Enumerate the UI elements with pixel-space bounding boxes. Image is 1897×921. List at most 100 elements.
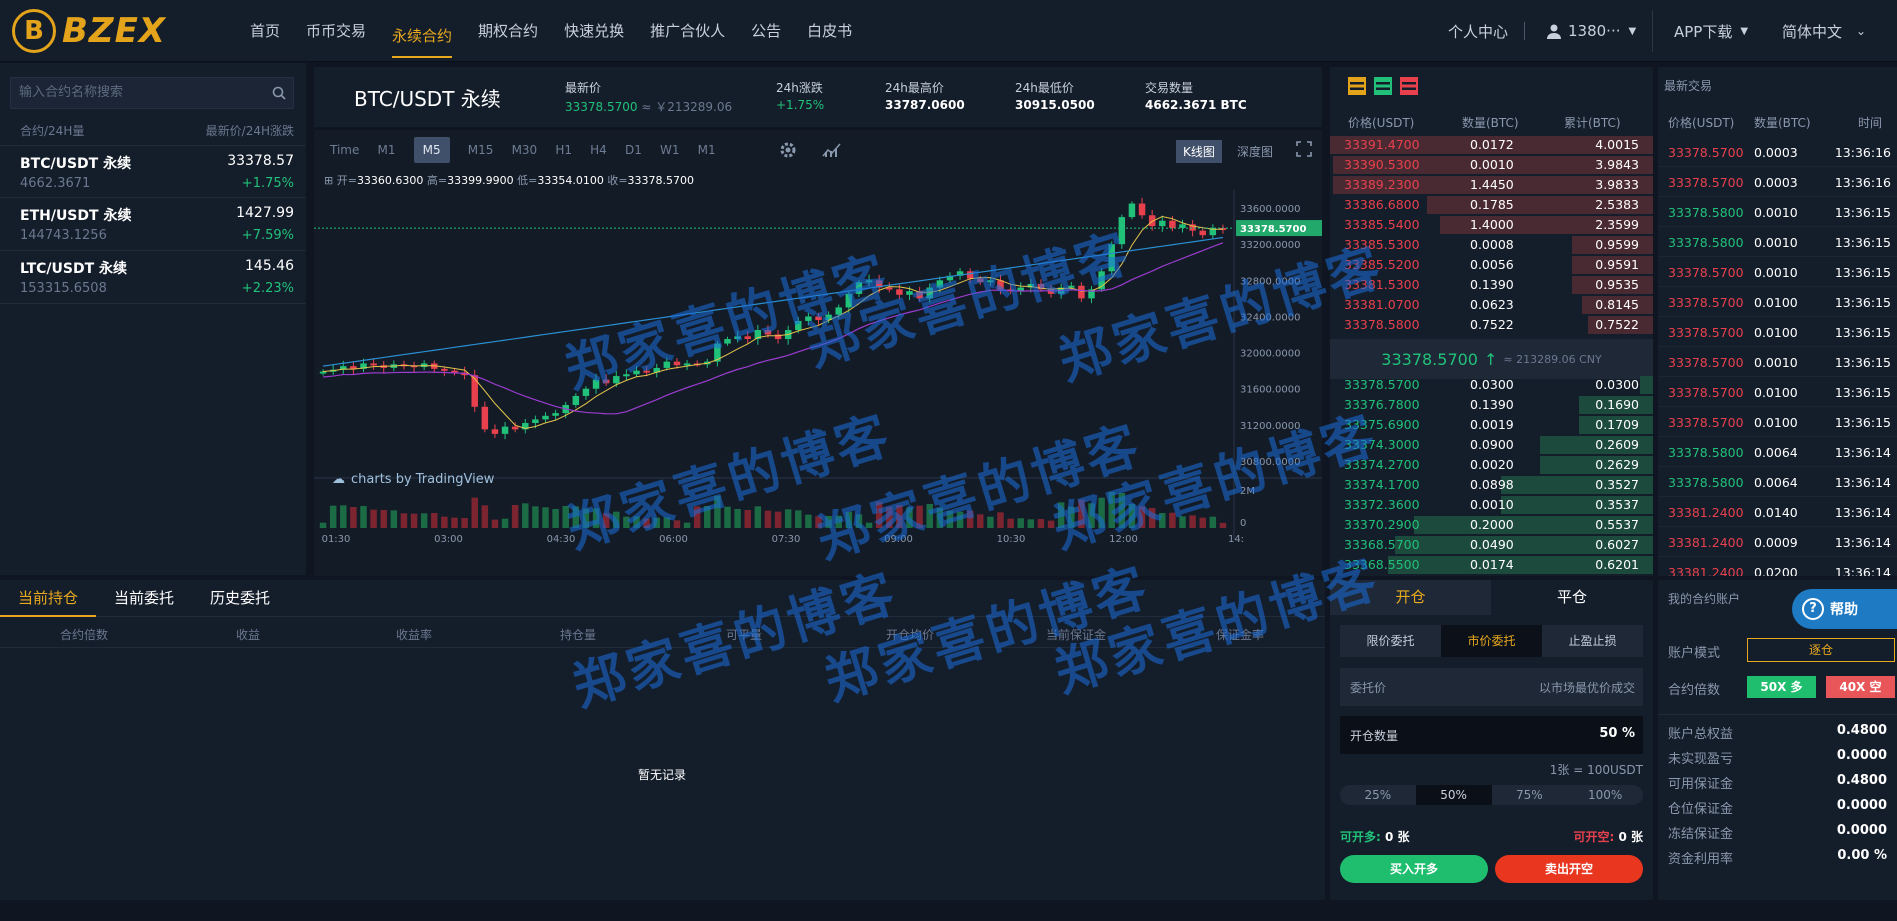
candle-body	[744, 336, 751, 340]
nav-notice[interactable]: 公告	[751, 0, 781, 62]
collapse-icon[interactable]: ⊞	[324, 174, 333, 187]
leverage-long-button[interactable]: 50X 多	[1747, 676, 1816, 698]
interval-d1[interactable]: D1	[625, 143, 642, 157]
nav-swap[interactable]: 快速兑换	[564, 0, 624, 62]
user-menu[interactable]: 1380··· ▼	[1546, 0, 1636, 62]
volume-bar	[1219, 522, 1227, 528]
percent-100[interactable]: 100%	[1567, 785, 1643, 805]
buy-long-button[interactable]: 买入开多	[1340, 855, 1488, 883]
account-metric-value: 0.00 %	[1837, 848, 1887, 863]
volume-bar	[956, 511, 964, 528]
bid-row[interactable]: 33374.2700 0.0020 0.2629	[1330, 455, 1653, 475]
interval-m1[interactable]: M1	[378, 143, 396, 157]
bitcoin-logo-icon: B	[12, 9, 56, 53]
ask-row[interactable]: 33389.2300 1.4450 3.9833	[1330, 175, 1653, 195]
ask-row[interactable]: 33386.6800 0.1785 2.5383	[1330, 195, 1653, 215]
ask-row[interactable]: 33381.5300 0.1390 0.9535	[1330, 275, 1653, 295]
orderbook-bids-icon[interactable]	[1374, 77, 1392, 95]
volume-bar	[491, 519, 499, 528]
percent-25[interactable]: 25%	[1340, 785, 1416, 805]
contract-row-ltc[interactable]: LTC/USDT 永续 153315.6508 145.46 +2.23%	[0, 251, 306, 304]
contract-row-btc[interactable]: BTC/USDT 永续 4662.3671 33378.57 +1.75%	[0, 145, 306, 198]
high-value: 33399.9900	[447, 174, 514, 187]
trade-row: 33378.5700 0.0010 13:36:15	[1658, 347, 1897, 377]
candlestick-chart[interactable]: 33600.0000 33200.0000 32800.0000 32400.0000…	[314, 190, 1322, 576]
sell-short-button[interactable]: 卖出开空	[1495, 855, 1643, 883]
language-menu[interactable]: 简体中文 ⌄	[1782, 0, 1866, 62]
contract-name: BTC/USDT 永续	[20, 156, 132, 172]
app-download-menu[interactable]: APP下载 ▼	[1674, 0, 1748, 62]
tab-close-position[interactable]: 平仓	[1491, 580, 1653, 615]
kline-view-tab[interactable]: K线图	[1176, 140, 1222, 163]
bid-row[interactable]: 33378.5700 0.0300 0.0300	[1330, 375, 1653, 395]
quantity-field[interactable]: 开仓数量 50 %	[1340, 716, 1643, 754]
candle-body	[491, 429, 499, 434]
price-field[interactable]: 委托价 以市场最优价成交	[1340, 668, 1643, 706]
tradingview-credit[interactable]: ☁ charts by TradingView	[332, 472, 494, 487]
nav-whitepaper[interactable]: 白皮书	[807, 0, 852, 62]
y-tick-label: 32400.0000	[1240, 312, 1300, 323]
col-header-price: 最新价/24H涨跌	[205, 124, 294, 138]
ask-row[interactable]: 33381.0700 0.0623 0.8145	[1330, 295, 1653, 315]
ask-row[interactable]: 33385.5200 0.0056 0.9591	[1330, 255, 1653, 275]
percent-75[interactable]: 75%	[1492, 785, 1568, 805]
interval-month[interactable]: M1	[698, 143, 716, 157]
bid-row[interactable]: 33368.5500 0.0174 0.6201	[1330, 555, 1653, 575]
ask-row[interactable]: 33391.4700 0.0172 4.0015	[1330, 135, 1653, 155]
fullscreen-icon[interactable]	[1296, 141, 1312, 157]
depth-view-tab[interactable]: 深度图	[1230, 140, 1280, 163]
orderbook-asks-icon[interactable]	[1400, 77, 1418, 95]
percent-50[interactable]: 50%	[1415, 785, 1492, 805]
account-metrics: 账户总权益 0.4800 未实现盈亏 0.0000 可用保证金 0.4800 仓位保证金 0.…	[1658, 723, 1897, 883]
orderbook-both-icon[interactable]	[1348, 77, 1366, 95]
volume-bar	[319, 522, 327, 528]
depth-bar	[1640, 376, 1653, 394]
nav-partner[interactable]: 推广合伙人	[650, 0, 725, 62]
bid-row[interactable]: 33375.6900 0.0019 0.1709	[1330, 415, 1653, 435]
tab-history-orders[interactable]: 历史委托	[192, 580, 288, 617]
amount-cell: 0.0900	[1470, 437, 1514, 452]
search-icon[interactable]	[272, 86, 286, 100]
interval-w1[interactable]: W1	[660, 143, 680, 157]
bid-row[interactable]: 33368.5700 0.0490 0.6027	[1330, 535, 1653, 555]
indicators-icon[interactable]	[822, 142, 842, 158]
tab-open-position[interactable]: 开仓	[1330, 580, 1491, 615]
volume-bar	[602, 513, 610, 528]
limit-order-tab[interactable]: 限价委托	[1340, 625, 1441, 657]
leverage-short-button[interactable]: 40X 空	[1826, 676, 1895, 698]
tp-sl-tab[interactable]: 止盈止损	[1542, 625, 1643, 657]
interval-m5[interactable]: M5	[413, 137, 450, 163]
nav-home[interactable]: 首页	[250, 0, 280, 62]
bid-row[interactable]: 33374.3000 0.0900 0.2609	[1330, 435, 1653, 455]
nav-perpetual[interactable]: 永续合约	[392, 5, 453, 58]
market-order-tab[interactable]: 市价委托	[1441, 625, 1542, 657]
volume-bar	[1108, 492, 1115, 528]
bid-row[interactable]: 33374.1700 0.0898 0.3527	[1330, 475, 1653, 495]
bid-row[interactable]: 33370.2900 0.2000 0.5537	[1330, 515, 1653, 535]
account-mode-select[interactable]: 逐仓	[1747, 638, 1895, 662]
interval-h1[interactable]: H1	[555, 143, 572, 157]
interval-h4[interactable]: H4	[590, 143, 607, 157]
ask-row[interactable]: 33385.5300 0.0008 0.9599	[1330, 235, 1653, 255]
bid-row[interactable]: 33376.7800 0.1390 0.1690	[1330, 395, 1653, 415]
ask-row[interactable]: 33378.5800 0.7522 0.7522	[1330, 315, 1653, 335]
x-tick-label: 07:30	[772, 534, 801, 545]
contract-search-input[interactable]: 输入合约名称搜索	[10, 77, 294, 109]
brand-logo[interactable]: B BZEX	[12, 9, 166, 53]
interval-m15[interactable]: M15	[468, 143, 494, 157]
interval-time[interactable]: Time	[330, 143, 359, 157]
bid-row[interactable]: 33372.3600 0.0010 0.3537	[1330, 495, 1653, 515]
tab-current-positions[interactable]: 当前持仓	[0, 580, 96, 617]
last-price: 33378.5700	[565, 100, 638, 114]
settings-gear-icon[interactable]	[778, 140, 798, 160]
contract-row-eth[interactable]: ETH/USDT 永续 144743.1256 1427.99 +7.59%	[0, 198, 306, 251]
ask-row[interactable]: 33390.5300 0.0010 3.9843	[1330, 155, 1653, 175]
help-button[interactable]: ? 帮助	[1792, 589, 1897, 629]
account-metric-value: 0.0000	[1836, 823, 1887, 838]
nav-spot[interactable]: 币币交易	[306, 0, 366, 62]
ask-row[interactable]: 33385.5400 1.4000 2.3599	[1330, 215, 1653, 235]
user-center-link[interactable]: 个人中心	[1448, 0, 1508, 62]
tab-current-orders[interactable]: 当前委托	[96, 580, 192, 617]
nav-options[interactable]: 期权合约	[478, 0, 538, 62]
interval-m30[interactable]: M30	[512, 143, 538, 157]
